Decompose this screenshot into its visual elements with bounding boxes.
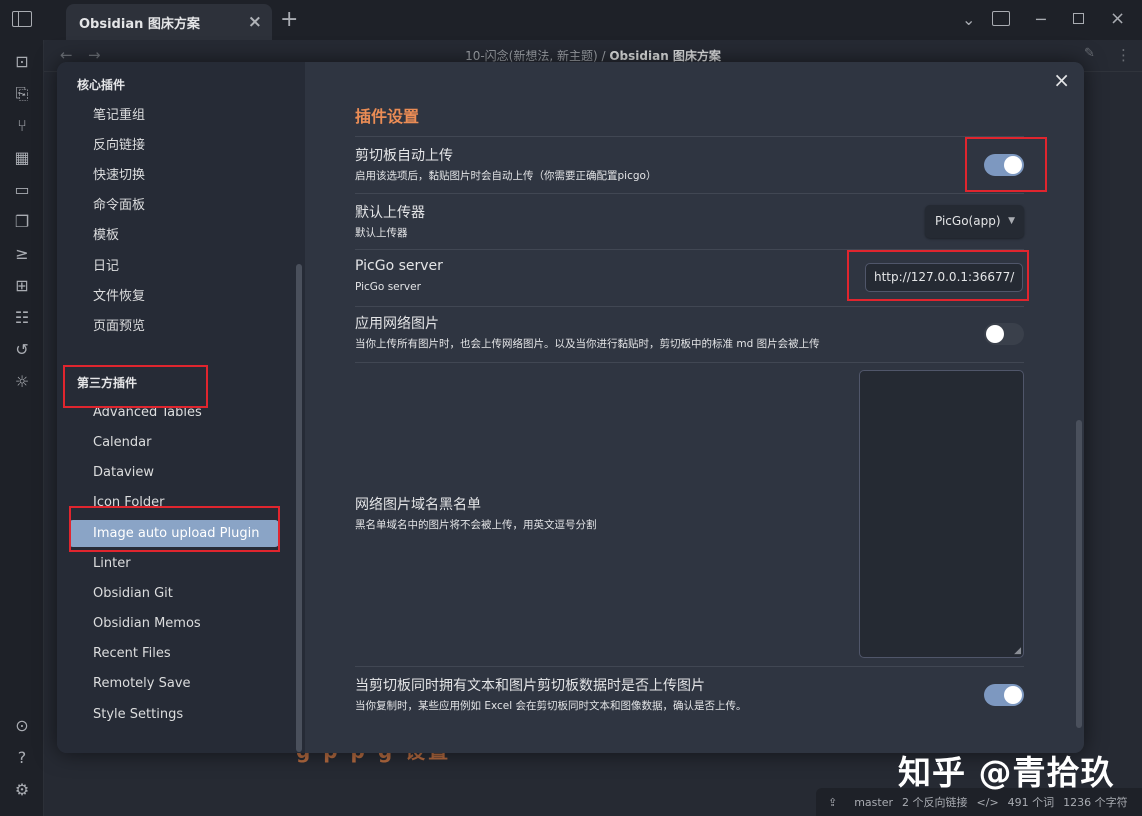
tab-close-icon[interactable]: ×: [248, 12, 262, 32]
setting-name: 网络图片域名黑名单: [355, 497, 481, 513]
uploader-dropdown[interactable]: PicGo(app) ▼: [925, 205, 1024, 238]
calendar-icon[interactable]: ▭: [12, 180, 32, 200]
nav-third-party-plugin[interactable]: Calendar: [69, 429, 279, 456]
network-images-toggle[interactable]: [984, 323, 1024, 345]
setting-picgo-server: PicGo server PicGo server http://127.0.0…: [355, 249, 1024, 306]
setting-upload-mixed-clipboard: 当剪切板同时拥有文本和图片剪切板数据时是否上传图片 当你复制时，某些应用例如 E…: [355, 666, 1024, 724]
tab-obsidian-image-hosting[interactable]: Obsidian 图床方案 ×: [66, 4, 272, 40]
setting-desc: 当你复制时，某些应用例如 Excel 会在剪切板同时文本和图像数据，确认是否上传…: [355, 700, 747, 712]
minimize-icon[interactable]: ─: [1036, 10, 1046, 29]
mixed-clipboard-toggle[interactable]: [984, 684, 1024, 706]
setting-desc: 黑名单域名中的图片将不会被上传，用英文逗号分割: [355, 519, 597, 531]
content-scrollbar[interactable]: [1076, 420, 1082, 728]
nav-core-plugin[interactable]: 快速切换: [69, 162, 279, 189]
terminal-icon[interactable]: ≥: [12, 244, 32, 264]
settings-sidebar: 核心插件 笔记重组 反向链接 快速切换 命令面板 模板 日记 文件恢复 页面预览…: [57, 62, 305, 753]
right-sidebar-toggle-icon[interactable]: [992, 11, 1010, 26]
nav-core-plugin[interactable]: 模板: [69, 222, 279, 249]
toggle-knob: [1004, 156, 1022, 174]
lightbulb-icon[interactable]: ☼: [12, 372, 32, 392]
dashboard-icon[interactable]: ▦: [12, 148, 32, 168]
nav-third-party-plugin[interactable]: Obsidian Memos: [69, 610, 279, 637]
plugin-settings-panel: 插件设置 剪切板自动上传 启用该选项后，黏贴图片时会自动上传（你需要正确配置pi…: [305, 62, 1084, 753]
section-title: 插件设置: [355, 107, 420, 126]
sidebar-toggle-icon[interactable]: [12, 11, 32, 27]
nav-core-plugin[interactable]: 笔记重组: [69, 102, 279, 129]
word-count: 491 个词: [1007, 796, 1055, 809]
breadcrumb-path: 10-闪念(新想法, 新主题) /: [465, 49, 610, 63]
setting-default-uploader: 默认上传器 默认上传器 PicGo(app) ▼: [355, 193, 1024, 249]
git-branch[interactable]: master: [854, 796, 893, 809]
resize-grip-icon[interactable]: ◢: [1014, 646, 1021, 656]
setting-name: 应用网络图片: [355, 316, 439, 332]
setting-desc: PicGo server: [355, 281, 421, 293]
domain-blacklist-textarea[interactable]: ◢: [859, 370, 1024, 658]
nav-core-plugin[interactable]: 命令面板: [69, 192, 279, 219]
nav-core-plugin[interactable]: 日记: [69, 253, 279, 280]
open-file-icon[interactable]: ⎘: [12, 84, 32, 104]
tab-list-chevron-icon[interactable]: ⌄: [962, 10, 975, 29]
modal-close-icon[interactable]: ×: [1053, 68, 1070, 92]
vault-icon[interactable]: ⊙: [12, 716, 32, 736]
setting-desc: 当你上传所有图片时，也会上传网络图片。以及当你进行黏贴时，剪切板中的标准 md …: [355, 338, 820, 350]
copy-icon[interactable]: ❐: [12, 212, 32, 232]
tab-title: Obsidian 图床方案: [79, 16, 200, 32]
table-icon[interactable]: ☷: [12, 308, 32, 328]
char-count: 1236 个字符: [1063, 796, 1128, 809]
nav-third-party-plugin[interactable]: Icon Folder: [69, 489, 279, 516]
watermark: 知乎 @青拾玖: [898, 753, 1115, 792]
nav-third-party-plugin[interactable]: Recent Files: [69, 640, 279, 667]
setting-domain-blacklist: 网络图片域名黑名单 黑名单域名中的图片将不会被上传，用英文逗号分割 ◢: [355, 362, 1024, 666]
uploader-selected-value: PicGo(app): [935, 214, 1001, 228]
core-plugins-heading: 核心插件: [77, 78, 126, 92]
clipboard-upload-toggle[interactable]: [984, 154, 1024, 176]
settings-modal: 核心插件 笔记重组 反向链接 快速切换 命令面板 模板 日记 文件恢复 页面预览…: [57, 62, 1084, 753]
toggle-knob: [986, 325, 1004, 343]
picgo-server-input[interactable]: http://127.0.0.1:36677/: [865, 263, 1023, 292]
toggle-knob: [1004, 686, 1022, 704]
left-ribbon: ⊡ ⎘ ⑂ ▦ ▭ ❐ ≥ ⊞ ☷ ↺ ☼ ⊙ ? ⚙: [0, 40, 44, 816]
setting-desc: 启用该选项后，黏贴图片时会自动上传（你需要正确配置picgo）: [355, 170, 657, 182]
new-tab-icon[interactable]: +: [280, 7, 298, 32]
setting-name: 当剪切板同时拥有文本和图片剪切板数据时是否上传图片: [355, 678, 705, 694]
code-icon[interactable]: </>: [977, 796, 999, 809]
nav-image-auto-upload-plugin[interactable]: Image auto upload Plugin: [69, 520, 279, 547]
setting-network-images: 应用网络图片 当你上传所有图片时，也会上传网络图片。以及当你进行黏贴时，剪切板中…: [355, 306, 1024, 362]
chevron-down-icon: ▼: [1008, 216, 1015, 226]
nav-third-party-plugin[interactable]: Remotely Save: [69, 670, 279, 697]
maximize-icon[interactable]: [1073, 13, 1084, 24]
sync-icon[interactable]: ⇪: [828, 796, 837, 809]
window-close-icon[interactable]: ×: [1110, 8, 1125, 29]
title-bar: Obsidian 图床方案 × + ⌄ ─ ×: [0, 0, 1142, 40]
setting-name: PicGo server: [355, 258, 443, 274]
nav-core-plugin[interactable]: 页面预览: [69, 313, 279, 340]
nav-third-party-plugin[interactable]: Advanced Tables: [69, 399, 279, 426]
nav-third-party-plugin[interactable]: Dataview: [69, 459, 279, 486]
nav-third-party-plugin[interactable]: Style Settings: [69, 701, 279, 728]
nav-core-plugin[interactable]: 反向链接: [69, 132, 279, 159]
more-options-icon[interactable]: ⋮: [1116, 46, 1131, 64]
graph-view-icon[interactable]: ⊡: [12, 52, 32, 72]
setting-desc: 默认上传器: [355, 227, 408, 239]
backlinks-count[interactable]: 2 个反向链接: [902, 794, 968, 810]
setting-name: 默认上传器: [355, 205, 425, 221]
branch-icon[interactable]: ⑂: [12, 116, 32, 136]
breadcrumb-current: Obsidian 图床方案: [609, 49, 721, 63]
sidebar-scrollbar[interactable]: [296, 264, 302, 752]
setting-name: 剪切板自动上传: [355, 148, 453, 164]
nav-third-party-plugin[interactable]: Linter: [69, 550, 279, 577]
help-icon[interactable]: ?: [12, 748, 32, 768]
obsidian-window: Obsidian 图床方案 × + ⌄ ─ × ⊡ ⎘ ⑂ ▦ ▭ ❐ ≥ ⊞ …: [0, 0, 1142, 816]
layout-icon[interactable]: ⊞: [12, 276, 32, 296]
settings-gear-icon[interactable]: ⚙: [12, 780, 32, 800]
setting-clipboard-auto-upload: 剪切板自动上传 启用该选项后，黏贴图片时会自动上传（你需要正确配置picgo）: [355, 136, 1024, 193]
nav-core-plugin[interactable]: 文件恢复: [69, 283, 279, 310]
history-icon[interactable]: ↺: [12, 340, 32, 360]
nav-third-party-plugin[interactable]: Obsidian Git: [69, 580, 279, 607]
edit-icon[interactable]: ✎: [1084, 46, 1095, 61]
third-party-plugins-heading: 第三方插件: [77, 376, 138, 390]
